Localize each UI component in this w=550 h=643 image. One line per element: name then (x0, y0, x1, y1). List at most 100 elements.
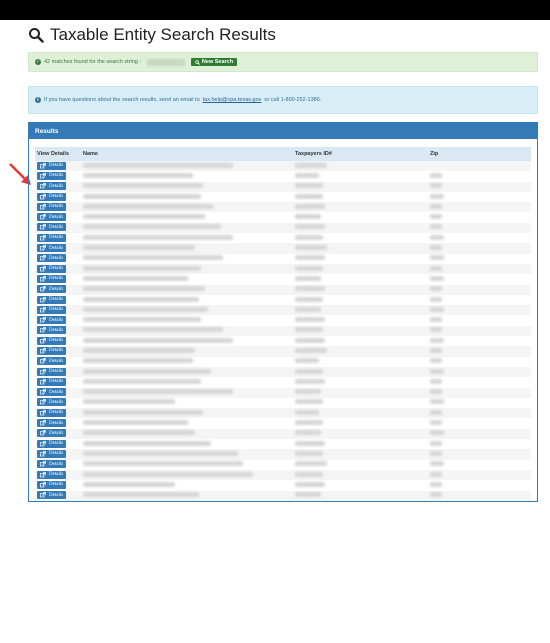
details-label: Details (49, 255, 64, 261)
redacted-name (83, 193, 201, 199)
details-button[interactable]: Details (37, 244, 67, 253)
details-label: Details (49, 430, 64, 436)
details-button[interactable]: Details (37, 285, 67, 294)
details-button[interactable]: Details (37, 439, 67, 448)
details-button[interactable]: Details (37, 388, 67, 397)
redacted-zip (430, 399, 444, 405)
details-button[interactable]: Details (37, 264, 67, 273)
details-button[interactable]: Details (37, 377, 67, 386)
details-button[interactable]: Details (37, 171, 67, 180)
redacted-taxpayer-id (295, 481, 325, 487)
table-row: Details (35, 356, 531, 367)
details-button[interactable]: Details (37, 398, 67, 407)
new-search-button[interactable]: New Search (190, 58, 238, 66)
redacted-name (83, 420, 188, 426)
table-row: Details (35, 243, 531, 254)
results-panel: Results View Details Name Taxpayers ID# … (28, 122, 538, 502)
redacted-zip (430, 327, 442, 333)
external-link-icon (40, 409, 46, 416)
redacted-taxpayer-id (295, 430, 321, 436)
details-button[interactable]: Details (37, 295, 67, 304)
redacted-taxpayer-id (295, 450, 323, 456)
redacted-taxpayer-id (295, 378, 325, 384)
details-button[interactable]: Details (37, 470, 67, 479)
table-row: Details (35, 171, 531, 182)
details-label: Details (49, 183, 64, 189)
external-link-icon (40, 296, 46, 302)
redacted-taxpayer-id (295, 399, 323, 405)
col-name: Name (83, 151, 98, 157)
details-button[interactable]: Details (37, 429, 67, 438)
details-button[interactable]: Details (37, 336, 67, 345)
redacted-name (83, 234, 233, 240)
col-zip: Zip (430, 151, 439, 157)
redacted-zip (430, 440, 442, 446)
external-link-icon (40, 255, 46, 261)
redacted-taxpayer-id (295, 183, 323, 189)
details-label: Details (49, 276, 64, 282)
redacted-search-string (146, 58, 185, 66)
details-button[interactable]: Details (37, 357, 67, 366)
details-button[interactable]: Details (37, 480, 67, 489)
details-button[interactable]: Details (37, 460, 67, 469)
details-label: Details (49, 369, 64, 375)
col-view-details: View Details (37, 151, 69, 157)
details-button[interactable]: Details (37, 223, 67, 232)
redacted-zip (430, 317, 442, 323)
details-button[interactable]: Details (37, 491, 67, 500)
redacted-zip (430, 430, 444, 436)
matches-alert: ✓ 42 matches found for the search string… (28, 52, 538, 72)
check-circle-icon: ✓ (35, 59, 41, 65)
details-button[interactable]: Details (37, 161, 67, 170)
redacted-name (83, 471, 253, 477)
external-link-icon (40, 317, 46, 323)
search-icon (29, 28, 44, 43)
redacted-zip (430, 296, 442, 302)
details-button[interactable]: Details (37, 419, 67, 428)
external-link-icon (40, 451, 46, 457)
external-link-icon (40, 234, 46, 241)
table-row: Details (35, 336, 531, 347)
help-email-link[interactable]: tax.help@cpa.texas.gov (203, 97, 262, 103)
table-row: Details (35, 181, 531, 192)
redacted-taxpayer-id (295, 275, 321, 281)
details-button[interactable]: Details (37, 449, 67, 458)
external-link-icon (40, 368, 46, 374)
details-button[interactable]: Details (37, 305, 67, 314)
details-button[interactable]: Details (37, 346, 67, 355)
details-button[interactable]: Details (37, 233, 67, 242)
details-button[interactable]: Details (37, 326, 67, 335)
details-button[interactable]: Details (37, 316, 67, 325)
redacted-name (83, 481, 175, 487)
redacted-zip (430, 172, 442, 178)
redacted-zip (430, 461, 444, 467)
external-link-icon (40, 471, 46, 477)
details-button[interactable]: Details (37, 274, 67, 283)
details-button[interactable]: Details (37, 254, 67, 263)
details-button[interactable]: Details (37, 367, 67, 376)
redacted-taxpayer-id (295, 327, 323, 333)
details-button[interactable]: Details (37, 182, 67, 191)
redacted-name (83, 389, 233, 395)
external-link-icon (40, 358, 46, 364)
table-row: Details (35, 469, 531, 481)
table-row: Details (35, 418, 531, 429)
details-button[interactable]: Details (37, 213, 67, 222)
external-link-icon (40, 214, 46, 220)
external-link-icon (40, 430, 46, 436)
details-label: Details (49, 214, 64, 220)
redacted-zip (430, 214, 442, 220)
details-label: Details (49, 235, 64, 241)
redacted-name (83, 409, 203, 415)
redacted-taxpayer-id (295, 420, 323, 426)
table-row: Details (35, 439, 531, 450)
redacted-taxpayer-id (295, 203, 325, 209)
details-label: Details (49, 297, 64, 302)
details-button[interactable]: Details (37, 202, 67, 211)
redacted-taxpayer-id (295, 286, 325, 292)
details-button[interactable]: Details (37, 192, 67, 201)
details-button[interactable]: Details (37, 408, 67, 417)
page-title-text: Taxable Entity Search Results (50, 25, 276, 44)
table-row: Details (35, 161, 531, 172)
external-link-icon (40, 193, 46, 199)
